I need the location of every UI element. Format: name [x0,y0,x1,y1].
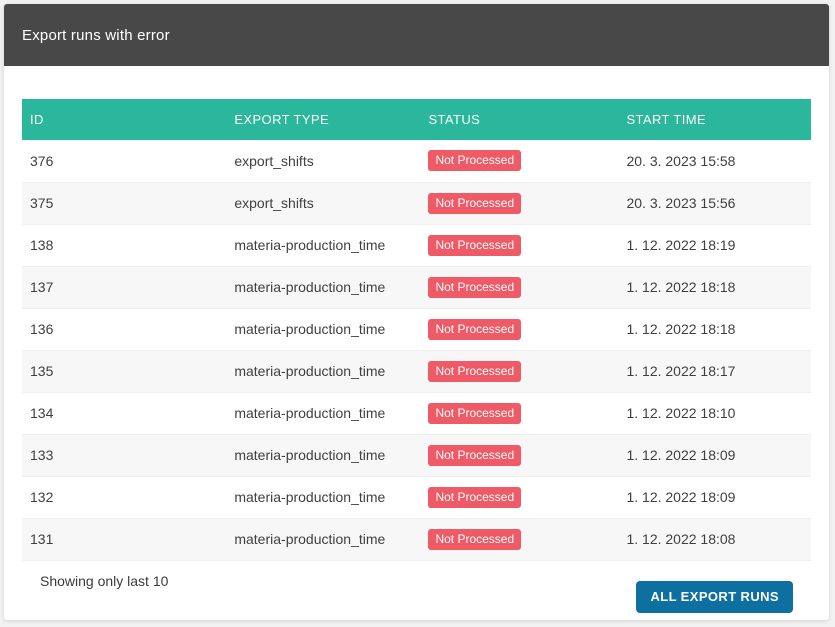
cell-start-time: 1. 12. 2022 18:08 [618,518,811,560]
export-runs-table: ID EXPORT TYPE STATUS START TIME 376 exp… [22,99,811,561]
cell-id: 375 [22,182,226,224]
column-header-id: ID [22,99,226,140]
cell-export-type: materia-production_time [226,350,420,392]
cell-export-type: materia-production_time [226,434,420,476]
column-header-start-time: START TIME [618,99,811,140]
table-row: 132 materia-production_time Not Processe… [22,476,811,518]
table-row: 135 materia-production_time Not Processe… [22,350,811,392]
cell-export-type: materia-production_time [226,392,420,434]
status-badge: Not Processed [428,235,521,256]
cell-id: 138 [22,224,226,266]
status-badge: Not Processed [428,319,521,340]
all-export-runs-button[interactable]: ALL EXPORT RUNS [636,581,793,613]
cell-status: Not Processed [420,182,618,224]
cell-status: Not Processed [420,392,618,434]
cell-id: 131 [22,518,226,560]
table-body: 376 export_shifts Not Processed 20. 3. 2… [22,140,811,560]
table-row: 131 materia-production_time Not Processe… [22,518,811,560]
status-badge: Not Processed [428,445,521,466]
column-header-status: STATUS [420,99,618,140]
cell-id: 136 [22,308,226,350]
table-row: 138 materia-production_time Not Processe… [22,224,811,266]
cell-id: 134 [22,392,226,434]
table-row: 137 materia-production_time Not Processe… [22,266,811,308]
status-badge: Not Processed [428,403,521,424]
column-header-export-type: EXPORT TYPE [226,99,420,140]
cell-status: Not Processed [420,266,618,308]
cell-id: 135 [22,350,226,392]
showing-note: Showing only last 10 [40,569,168,589]
status-badge: Not Processed [428,361,521,382]
cell-start-time: 1. 12. 2022 18:18 [618,308,811,350]
status-badge: Not Processed [428,277,521,298]
cell-id: 376 [22,140,226,182]
cell-start-time: 1. 12. 2022 18:19 [618,224,811,266]
cell-id: 132 [22,476,226,518]
cell-export-type: materia-production_time [226,518,420,560]
status-badge: Not Processed [428,487,521,508]
status-badge: Not Processed [428,193,521,214]
cell-start-time: 20. 3. 2023 15:58 [618,140,811,182]
cell-id: 133 [22,434,226,476]
cell-start-time: 1. 12. 2022 18:09 [618,434,811,476]
cell-status: Not Processed [420,434,618,476]
cell-status: Not Processed [420,518,618,560]
cell-start-time: 1. 12. 2022 18:09 [618,476,811,518]
page-title: Export runs with error [22,27,170,44]
table-header: ID EXPORT TYPE STATUS START TIME [22,99,811,140]
status-badge: Not Processed [428,150,521,171]
cell-export-type: materia-production_time [226,308,420,350]
cell-export-type: materia-production_time [226,266,420,308]
status-badge: Not Processed [428,529,521,550]
cell-start-time: 1. 12. 2022 18:10 [618,392,811,434]
cell-export-type: materia-production_time [226,476,420,518]
cell-status: Not Processed [420,308,618,350]
cell-export-type: export_shifts [226,182,420,224]
cell-id: 137 [22,266,226,308]
table-row: 133 materia-production_time Not Processe… [22,434,811,476]
cell-status: Not Processed [420,350,618,392]
cell-status: Not Processed [420,224,618,266]
table-row: 375 export_shifts Not Processed 20. 3. 2… [22,182,811,224]
export-runs-card: Export runs with error ID EXPORT TYPE ST… [4,4,829,620]
card-footer: Showing only last 10 ALL EXPORT RUNS [22,561,811,613]
cell-start-time: 1. 12. 2022 18:17 [618,350,811,392]
cell-export-type: export_shifts [226,140,420,182]
cell-status: Not Processed [420,476,618,518]
cell-export-type: materia-production_time [226,224,420,266]
table-row: 136 materia-production_time Not Processe… [22,308,811,350]
cell-status: Not Processed [420,140,618,182]
table-row: 134 materia-production_time Not Processe… [22,392,811,434]
cell-start-time: 20. 3. 2023 15:56 [618,182,811,224]
table-row: 376 export_shifts Not Processed 20. 3. 2… [22,140,811,182]
card-body: ID EXPORT TYPE STATUS START TIME 376 exp… [4,66,829,613]
cell-start-time: 1. 12. 2022 18:18 [618,266,811,308]
card-header: Export runs with error [4,4,829,66]
